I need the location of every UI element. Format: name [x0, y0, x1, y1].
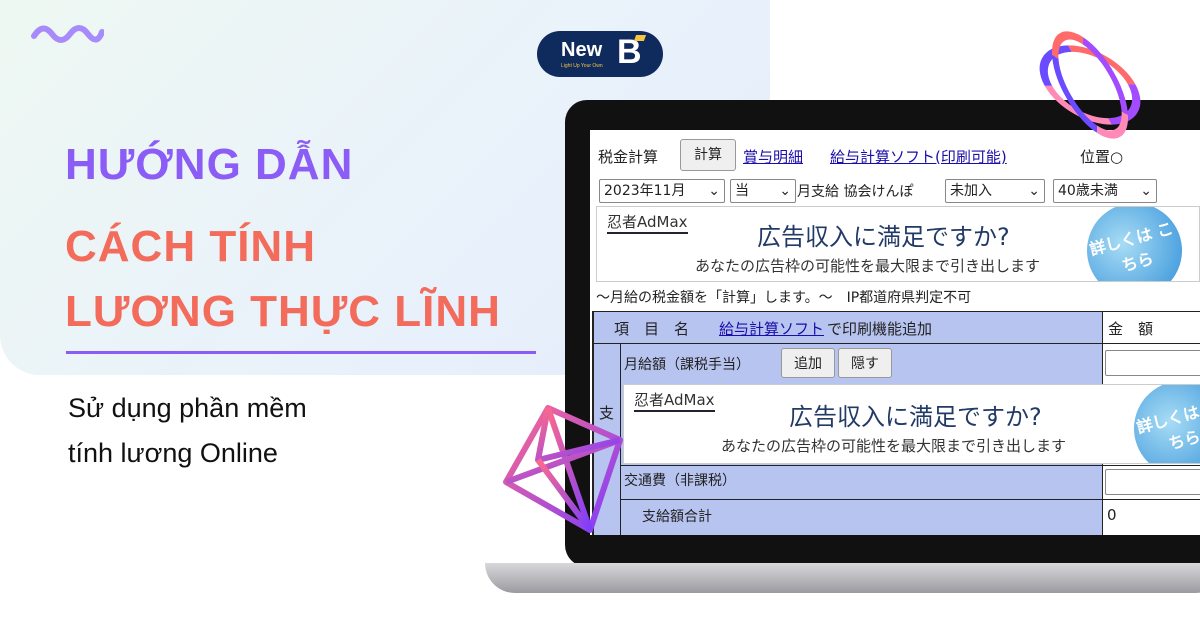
ad-brand: 忍者AdMax — [607, 211, 688, 234]
month-select[interactable]: 2023年11月 ⌄ — [599, 179, 725, 203]
add-button[interactable]: 追加 — [781, 348, 835, 378]
title-line-2: CÁCH TÍNH — [65, 222, 316, 271]
title-underline — [66, 351, 536, 354]
info-text: 〜月給の税金額を「計算」します。〜 IP都道府県判定不可 — [596, 290, 972, 306]
chevron-down-icon: ⌄ — [1140, 183, 1152, 199]
calc-button[interactable]: 計算 — [680, 139, 736, 171]
header-label: 税金計算 — [598, 148, 659, 166]
subtitle-line-2: tính lương Online — [68, 438, 278, 468]
ad-brand: 忍者AdMax — [634, 389, 715, 412]
row-total-label: 支給額合計 — [642, 509, 712, 525]
decorative-wireframe-cube-icon — [503, 405, 623, 533]
ad-description: あなたの広告枠の可能性を最大限まで引き出します — [695, 257, 1041, 275]
chevron-down-icon: ⌄ — [779, 183, 791, 199]
ad-headline: 広告収入に満足ですか? — [789, 403, 1042, 431]
salary-calculator-screen: 税金計算 計算 賞与明細 給与計算ソフト(印刷可能) 位置○ 2023年11月 ⌄… — [590, 130, 1200, 535]
hide-button[interactable]: 隠す — [838, 348, 892, 378]
subtitle-line-1: Sử dụng phần mềm — [68, 393, 307, 423]
ad-banner-2[interactable]: 忍者AdMax 広告収入に満足ですか? あなたの広告枠の可能性を最大限まで引き出… — [623, 384, 1200, 464]
title-line-3: LƯƠNG THỰC LĨNH — [65, 287, 501, 336]
position-label: 位置○ — [1080, 148, 1124, 166]
ad-banner[interactable]: 忍者AdMax 広告収入に満足ですか? あなたの広告枠の可能性を最大限まで引き出… — [596, 206, 1200, 282]
insurance-value: 未加入 — [950, 183, 992, 199]
ad-description: あなたの広告枠の可能性を最大限まで引き出します — [721, 437, 1067, 455]
salary-table: 項 目 名 給与計算ソフト で印刷機能追加 金 額 支 月給額（課税手当） 追加… — [592, 311, 1200, 535]
ad-headline: 広告収入に満足ですか? — [757, 223, 1010, 251]
logo-tagline: Light Up Your Own — [561, 63, 603, 69]
salary-input[interactable] — [1105, 350, 1200, 376]
column-item-header: 項 目 名 — [614, 320, 690, 338]
insurance-select[interactable]: 未加入 ⌄ — [945, 179, 1045, 203]
transport-input[interactable] — [1105, 469, 1200, 495]
bonus-link[interactable]: 賞与明細 — [743, 146, 803, 167]
pay-suffix: 月支給 協会けんぽ — [797, 184, 914, 200]
ad-cta-button[interactable]: 詳しくは こちら — [1123, 385, 1200, 463]
month-value: 2023年11月 — [604, 183, 686, 199]
chevron-down-icon: ⌄ — [1028, 183, 1040, 199]
title-line-1: HƯỚNG DẪN — [65, 140, 354, 189]
row-transport-label: 交通費（非課税） — [624, 473, 736, 489]
column-amount-header: 金 額 — [1108, 320, 1154, 338]
column-item-suffix: で印刷機能追加 — [827, 320, 933, 338]
ad-cta-button[interactable]: 詳しくは こちら — [1076, 207, 1193, 281]
pay-select[interactable]: 当 ⌄ — [730, 179, 796, 203]
wave-icon — [31, 25, 104, 43]
pay-value: 当 — [735, 183, 749, 199]
total-value: 0 — [1107, 506, 1117, 524]
row-salary-label: 月給額（課税手当） — [624, 357, 750, 373]
newb-logo: New B Light Up Your Own — [537, 31, 663, 77]
graduation-cap-icon — [633, 35, 647, 41]
chevron-down-icon: ⌄ — [708, 183, 720, 199]
software-link[interactable]: 給与計算ソフト(印刷可能) — [830, 146, 1007, 167]
age-value: 40歳未満 — [1058, 183, 1118, 199]
age-select[interactable]: 40歳未満 ⌄ — [1053, 179, 1157, 203]
laptop-base — [485, 563, 1200, 593]
logo-text: New — [561, 39, 603, 61]
software-link-2[interactable]: 給与計算ソフト — [719, 318, 824, 339]
